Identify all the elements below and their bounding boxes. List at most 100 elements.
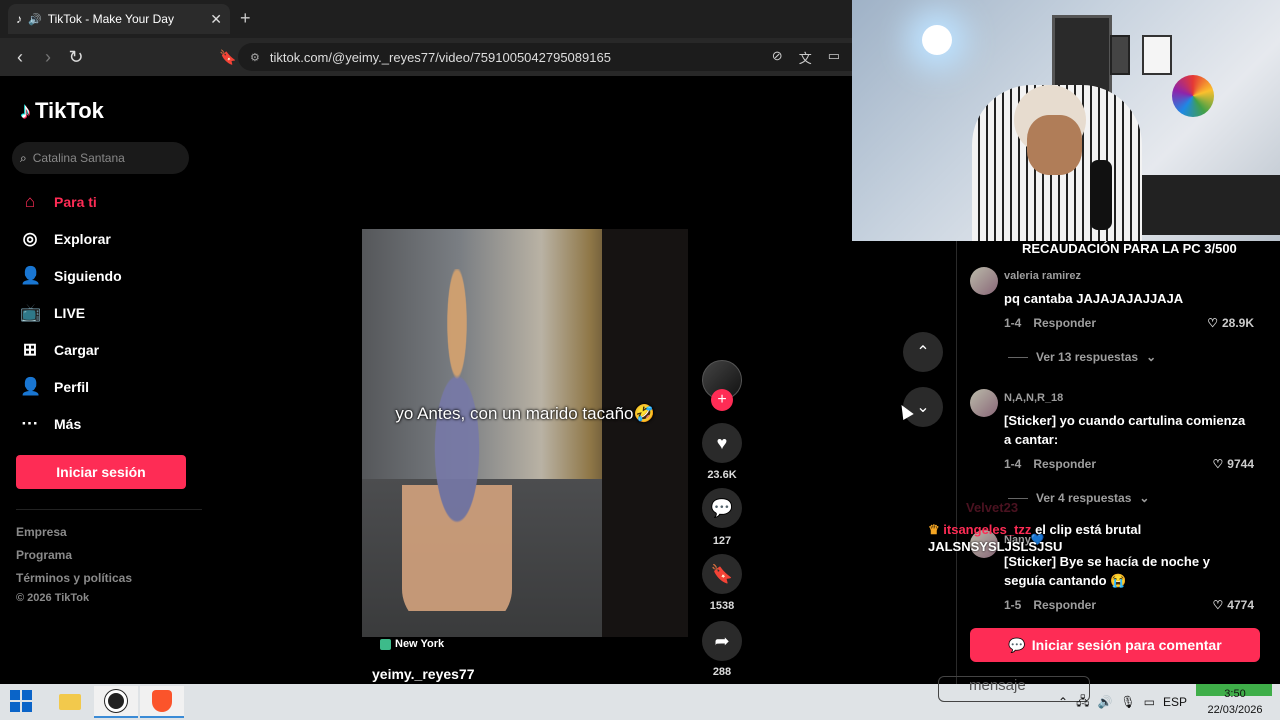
compass-icon: ◎ (22, 229, 38, 248)
comment-like-count: 9744 (1227, 457, 1254, 471)
webcam-microphone (1090, 160, 1112, 230)
back-icon[interactable]: ‹ (6, 43, 34, 71)
heart-icon: ♥ (716, 432, 728, 453)
network-icon[interactable]: 🖧 (1076, 692, 1089, 713)
close-tab-icon[interactable]: ✕ (210, 11, 222, 28)
tiktok-logo[interactable]: ♪ TikTok (20, 98, 104, 124)
heart-outline-icon: ♡ (1207, 316, 1218, 330)
like-count: 23.6K (707, 469, 737, 481)
comment-text: [Sticker] yo cuando cartulina comienza a… (1004, 413, 1246, 447)
profile-icon: 👤 (20, 377, 42, 396)
sidebar-item-label: LIVE (54, 305, 86, 321)
comment-like-count: 28.9K (1221, 316, 1254, 330)
sidebar-item-perfil[interactable]: 👤 Perfil (20, 375, 89, 399)
cast-icon[interactable]: ▭ (828, 48, 840, 67)
location-icon (380, 638, 391, 650)
comment-icon: 💬 (710, 497, 734, 518)
comment-likes[interactable]: ♡ 4774 (1213, 598, 1254, 612)
forward-icon[interactable]: › (34, 43, 62, 71)
share-count: 288 (712, 666, 732, 678)
windows-start-icon[interactable] (10, 690, 32, 712)
sidebar-item-cargar[interactable]: ⊞ Cargar (20, 338, 99, 362)
view-replies-button[interactable]: Ver 4 respuestas ⌄ (1008, 491, 1149, 505)
login-to-comment-button[interactable]: 💬 Iniciar sesión para comentar (970, 628, 1260, 662)
footer-link-terminos[interactable]: Términos y políticas (16, 571, 132, 585)
search-placeholder: Catalina Santana (32, 151, 125, 165)
replies-divider (1008, 497, 1028, 499)
language-indicator[interactable]: ESP (1163, 695, 1187, 709)
sidebar-item-mas[interactable]: ··· Más (20, 412, 82, 436)
comment-likes[interactable]: ♡ 9744 (1213, 457, 1254, 471)
previous-video-button[interactable]: ⌃ (903, 332, 943, 372)
battery-icon[interactable]: ▭ (1144, 695, 1155, 709)
webcam-overlay (852, 0, 1280, 241)
login-button[interactable]: Iniciar sesión (16, 455, 186, 489)
system-tray: ⌃ 🖧 🔊 🎙 ▭ ESP (1058, 688, 1187, 716)
stream-banner: RECAUDACIÓN PARA LA PC 3/500 (1022, 241, 1237, 256)
live-tv-icon: 📺 (20, 303, 42, 322)
volume-icon[interactable]: 🔊 (1097, 695, 1112, 709)
brave-browser-icon[interactable] (140, 686, 184, 718)
clock[interactable]: 3:50 22/03/2026 (1200, 684, 1270, 720)
sidebar-item-siguiendo[interactable]: 👤 Siguiendo (20, 264, 122, 288)
webcam-frame (1142, 35, 1172, 75)
comment-likes[interactable]: ♡ 28.9K (1207, 316, 1254, 330)
webcam-face (1027, 115, 1082, 175)
comment-date: 1-4 (1004, 457, 1022, 471)
sidebar-item-para-ti[interactable]: ⌂ Para ti (20, 190, 97, 214)
comment-date: 1-4 (1004, 316, 1022, 330)
search-input[interactable]: ⌕ Catalina Santana (12, 142, 189, 174)
sidebar-item-label: Cargar (54, 342, 100, 358)
reply-button[interactable]: Responder (1033, 457, 1096, 471)
location-tag[interactable]: New York (380, 638, 444, 650)
sidebar-item-label: Más (54, 416, 82, 432)
comment-avatar[interactable] (970, 389, 998, 417)
stream-chat-message: ♛ itsangeles_tzz el clip está brutal JAL… (928, 521, 1248, 555)
webcam-wheel (1172, 75, 1214, 117)
chevron-down-icon: ⌄ (1139, 491, 1150, 505)
replies-label: Ver 4 respuestas (1036, 491, 1132, 505)
microphone-icon[interactable]: 🎙 (1120, 695, 1135, 709)
reply-button[interactable]: Responder (1033, 598, 1096, 612)
eye-off-icon[interactable]: ⊘ (772, 48, 783, 67)
video-author[interactable]: yeimy._reyes77 (372, 666, 475, 682)
comment-like-count: 4774 (1227, 598, 1254, 612)
browser-tab[interactable]: ♪ 🔊 TikTok - Make Your Day ✕ (8, 4, 230, 34)
comment-user[interactable]: N,A,N,R_18 (1004, 392, 1063, 404)
sidebar-item-label: Para ti (54, 194, 97, 210)
file-explorer-icon[interactable] (48, 686, 92, 718)
new-tab-button[interactable]: + (240, 8, 251, 29)
view-replies-button[interactable]: Ver 13 respuestas ⌄ (1008, 350, 1156, 364)
comment-avatar[interactable] (970, 267, 998, 295)
address-bar[interactable]: ⚙ tiktok.com/@yeimy._reyes77/video/75910… (238, 43, 852, 71)
comment-user[interactable]: valeria ramirez (1004, 270, 1081, 282)
video-player[interactable] (362, 229, 688, 637)
translate-icon[interactable]: 文 (799, 48, 812, 67)
like-button[interactable]: ♥ (702, 423, 742, 463)
follow-plus-icon[interactable]: + (711, 389, 733, 411)
obs-icon[interactable] (94, 686, 138, 718)
comment-button[interactable]: 💬 (702, 488, 742, 528)
reply-button[interactable]: Responder (1033, 316, 1096, 330)
comment-date: 1-5 (1004, 598, 1022, 612)
footer-link-empresa[interactable]: Empresa (16, 525, 67, 539)
site-info-icon[interactable]: ⚙ (250, 51, 260, 64)
chevron-up-icon: ⌃ (916, 344, 930, 361)
share-button[interactable]: ➦ (702, 621, 742, 661)
footer-link-programa[interactable]: Programa (16, 548, 72, 562)
search-icon: ⌕ (20, 150, 27, 165)
save-button[interactable]: 🔖 (702, 554, 742, 594)
heart-outline-icon: ♡ (1212, 598, 1224, 612)
comment-text: pq cantaba JAJAJAJAJJAJA (1004, 291, 1184, 306)
crown-icon: ♛ (928, 522, 940, 537)
tiktok-favicon-icon: ♪ (16, 12, 22, 26)
sidebar-item-live[interactable]: 📺 LIVE (20, 301, 85, 325)
heart-outline-icon: ♡ (1212, 457, 1224, 471)
tray-expand-icon[interactable]: ⌃ (1058, 695, 1068, 709)
save-count: 1538 (709, 600, 735, 612)
tiktok-note-icon: ♪ (20, 98, 31, 123)
tab-title: TikTok - Make Your Day (47, 12, 174, 26)
sidebar-item-explorar[interactable]: ◎ Explorar (20, 227, 111, 251)
audio-icon[interactable]: 🔊 (28, 13, 42, 26)
reload-icon[interactable]: ↻ (62, 43, 90, 71)
